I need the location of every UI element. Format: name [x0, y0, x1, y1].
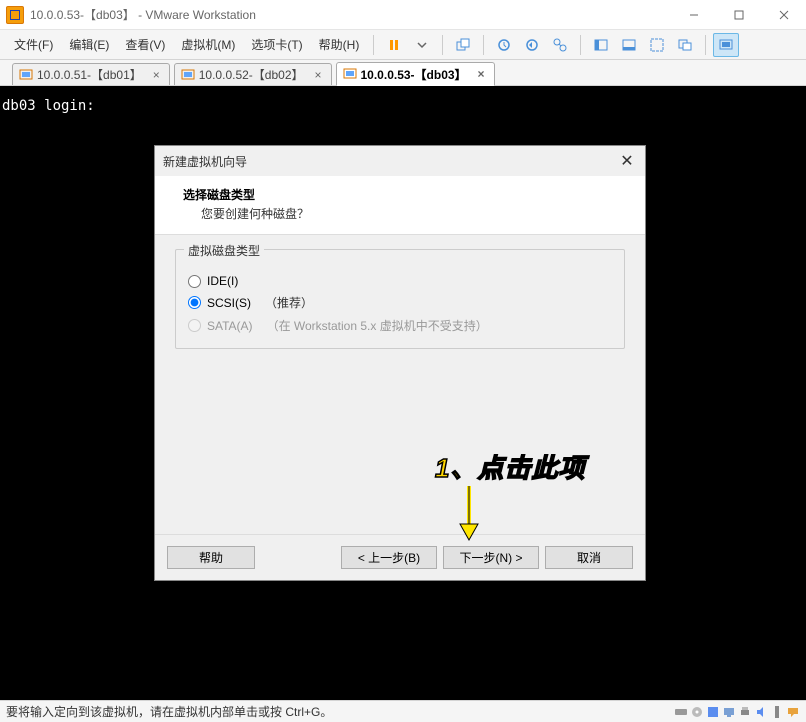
- dialog-heading: 选择磁盘类型: [183, 186, 625, 203]
- sound-icon[interactable]: [754, 705, 768, 719]
- message-icon[interactable]: [786, 705, 800, 719]
- vm-icon: [343, 67, 357, 81]
- menu-vm[interactable]: 虚拟机(M): [173, 32, 243, 57]
- dialog-close-button[interactable]: ✕: [617, 151, 637, 171]
- window-title: 10.0.0.53-【db03】 - VMware Workstation: [30, 6, 256, 23]
- radio-scsi-label: SCSI(S): [207, 296, 251, 310]
- vm-icon: [19, 68, 33, 82]
- snapshot-manager-button[interactable]: [547, 33, 573, 57]
- snapshot-revert-button[interactable]: [519, 33, 545, 57]
- vm-icon: [181, 68, 195, 82]
- radio-ide-label: IDE(I): [207, 274, 238, 288]
- dialog-body: 虚拟磁盘类型 IDE(I) SCSI(S) （推荐） SATA(A) （在 Wo…: [155, 235, 645, 363]
- next-button[interactable]: 下一步(N) >: [443, 546, 539, 569]
- tab-db02[interactable]: 10.0.0.52-【db02】 ×: [174, 63, 332, 85]
- tab-close-button[interactable]: ×: [150, 68, 163, 81]
- radio-sata-input: [188, 319, 201, 332]
- console-text: db03 login:: [2, 98, 95, 114]
- printer-icon[interactable]: [738, 705, 752, 719]
- tab-db01[interactable]: 10.0.0.51-【db01】 ×: [12, 63, 170, 85]
- minimize-button[interactable]: [671, 0, 716, 29]
- close-button[interactable]: [761, 0, 806, 29]
- floppy-icon[interactable]: [706, 705, 720, 719]
- radio-scsi[interactable]: SCSI(S) （推荐）: [188, 294, 612, 311]
- menu-file[interactable]: 文件(F): [6, 32, 61, 57]
- window-titlebar: 10.0.0.53-【db03】 - VMware Workstation: [0, 0, 806, 30]
- snapshot-button[interactable]: [491, 33, 517, 57]
- tab-label: 10.0.0.51-【db01】: [37, 66, 142, 83]
- radio-scsi-hint: （推荐）: [265, 294, 313, 311]
- cancel-button[interactable]: 取消: [545, 546, 633, 569]
- dialog-header: 选择磁盘类型 您要创建何种磁盘？: [155, 176, 645, 235]
- device-icons: [674, 705, 800, 719]
- help-button[interactable]: 帮助: [167, 546, 255, 569]
- unity-button[interactable]: [672, 33, 698, 57]
- new-vm-wizard-dialog: 新建虚拟机向导 ✕ 选择磁盘类型 您要创建何种磁盘？ 虚拟磁盘类型 IDE(I)…: [154, 145, 646, 581]
- status-text: 要将输入定向到该虚拟机，请在虚拟机内部单击或按 Ctrl+G。: [6, 703, 332, 720]
- pause-button[interactable]: [381, 33, 407, 57]
- menu-edit[interactable]: 编辑(E): [61, 32, 117, 57]
- maximize-button[interactable]: [716, 0, 761, 29]
- radio-sata-hint: （在 Workstation 5.x 虚拟机中不受支持）: [267, 317, 488, 334]
- thumbnail-button[interactable]: [616, 33, 642, 57]
- annotation-text: 1、点击此项: [435, 448, 585, 485]
- dropdown-button[interactable]: [409, 33, 435, 57]
- sidebar-toggle-button[interactable]: [588, 33, 614, 57]
- tab-close-button[interactable]: ×: [475, 68, 488, 81]
- radio-sata-label: SATA(A): [207, 319, 253, 333]
- send-cad-button[interactable]: [450, 33, 476, 57]
- radio-scsi-input[interactable]: [188, 296, 201, 309]
- hdd-icon[interactable]: [674, 705, 688, 719]
- menu-view[interactable]: 查看(V): [117, 32, 173, 57]
- fullscreen-button[interactable]: [644, 33, 670, 57]
- dialog-subheading: 您要创建何种磁盘？: [201, 205, 625, 222]
- menu-tabs[interactable]: 选项卡(T): [243, 32, 310, 57]
- tab-label: 10.0.0.52-【db02】: [199, 66, 304, 83]
- radio-ide[interactable]: IDE(I): [188, 274, 612, 288]
- dialog-titlebar: 新建虚拟机向导 ✕: [155, 146, 645, 176]
- cd-icon[interactable]: [690, 705, 704, 719]
- guest-view-button[interactable]: [713, 33, 739, 57]
- app-icon: [6, 6, 24, 24]
- tab-db03[interactable]: 10.0.0.53-【db03】 ×: [336, 62, 495, 86]
- statusbar: 要将输入定向到该虚拟机，请在虚拟机内部单击或按 Ctrl+G。: [0, 700, 806, 722]
- menubar: 文件(F) 编辑(E) 查看(V) 虚拟机(M) 选项卡(T) 帮助(H): [0, 30, 806, 60]
- usb-icon[interactable]: [770, 705, 784, 719]
- dialog-title-text: 新建虚拟机向导: [163, 153, 247, 170]
- tabbar: 10.0.0.51-【db01】 × 10.0.0.52-【db02】 × 10…: [0, 60, 806, 86]
- group-label: 虚拟磁盘类型: [184, 242, 264, 259]
- back-button[interactable]: < 上一步(B): [341, 546, 437, 569]
- dialog-footer: 帮助 < 上一步(B) 下一步(N) > 取消: [155, 534, 645, 580]
- network-icon[interactable]: [722, 705, 736, 719]
- tab-close-button[interactable]: ×: [312, 68, 325, 81]
- tab-label: 10.0.0.53-【db03】: [361, 66, 467, 83]
- radio-sata: SATA(A) （在 Workstation 5.x 虚拟机中不受支持）: [188, 317, 612, 334]
- radio-ide-input[interactable]: [188, 275, 201, 288]
- menu-help[interactable]: 帮助(H): [311, 32, 368, 57]
- disk-type-group: 虚拟磁盘类型 IDE(I) SCSI(S) （推荐） SATA(A) （在 Wo…: [175, 249, 625, 349]
- annotation-arrow-icon: [454, 484, 484, 549]
